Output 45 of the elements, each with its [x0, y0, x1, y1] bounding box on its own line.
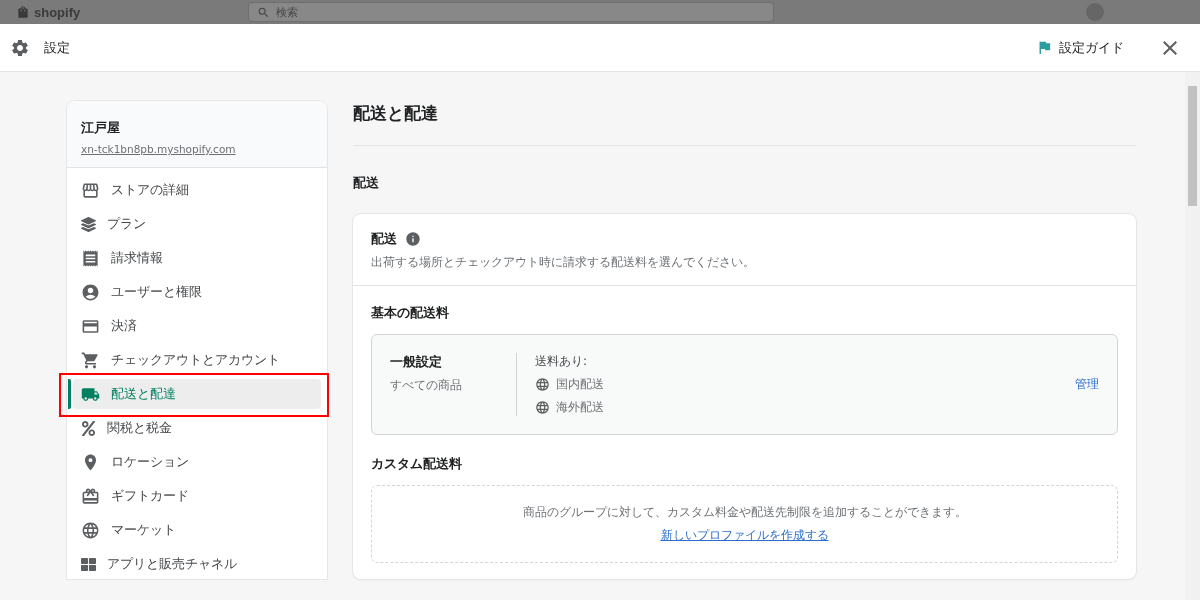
receipt-icon: [81, 248, 100, 268]
globe-icon: [535, 400, 550, 415]
subsection-heading: 基本の配送料: [371, 304, 450, 322]
scrollbar[interactable]: [1185, 72, 1200, 600]
store-url-link[interactable]: xn-tck1bn8pb.myshopify.com: [81, 143, 313, 155]
percent-icon: [81, 420, 96, 436]
sidebar-item[interactable]: プラン: [73, 209, 321, 239]
user-icon: [81, 282, 100, 302]
settings-icon: [10, 37, 30, 58]
zone-name: 国内配送: [556, 376, 604, 393]
page-title: 配送と配達: [353, 101, 1136, 146]
info-icon[interactable]: [405, 231, 421, 247]
card-title: 配送: [371, 230, 397, 248]
sidebar-item[interactable]: ロケーション: [73, 447, 321, 477]
sidebar-item[interactable]: 関税と税金: [73, 413, 321, 443]
cart-icon: [81, 350, 100, 370]
sidebar-item[interactable]: ユーザーと権限: [73, 277, 321, 307]
search-icon: [257, 5, 270, 19]
globe-icon: [535, 377, 550, 392]
section-title: 配送: [353, 174, 380, 192]
zone-name: 海外配送: [556, 399, 604, 416]
sidebar-item[interactable]: 決済: [73, 311, 321, 341]
modal-title: 設定: [44, 38, 70, 57]
gift-icon: [81, 486, 100, 506]
store-icon: [81, 180, 100, 200]
manage-link[interactable]: 管理: [1075, 376, 1099, 393]
sidebar-item[interactable]: ギフトカード: [73, 481, 321, 511]
custom-rates-message: 商品のグループに対して、カスタム料金や配送先制限を追加することができます。: [522, 504, 967, 521]
subsection-heading: カスタム配送料: [371, 455, 463, 473]
selection-bar: [68, 379, 71, 409]
sidebar-item[interactable]: アプリと販売チャネル: [73, 549, 321, 579]
search-placeholder: 検索: [276, 4, 298, 20]
card-description: 出荷する場所とチェックアウト時に請求する配送料を選んでください。: [371, 254, 756, 271]
rates-label: 送料あり:: [535, 353, 589, 370]
sidebar-item[interactable]: 請求情報: [73, 243, 321, 273]
setup-guide-button[interactable]: 設定ガイド: [1032, 34, 1128, 61]
globe-icon: [81, 520, 100, 540]
sidebar-item[interactable]: チェックアウトとアカウント: [73, 345, 321, 375]
profile-scope: すべての商品: [390, 377, 463, 394]
sidebar-item[interactable]: 配送と配達: [73, 379, 321, 409]
create-profile-link[interactable]: 新しいプロファイルを作成する: [660, 527, 829, 544]
sidebar-item[interactable]: ストアの詳細: [73, 175, 321, 205]
sidebar-item[interactable]: マーケット: [73, 515, 321, 545]
store-name: 江戸屋: [81, 119, 121, 137]
profile-name: 一般設定: [390, 353, 443, 371]
